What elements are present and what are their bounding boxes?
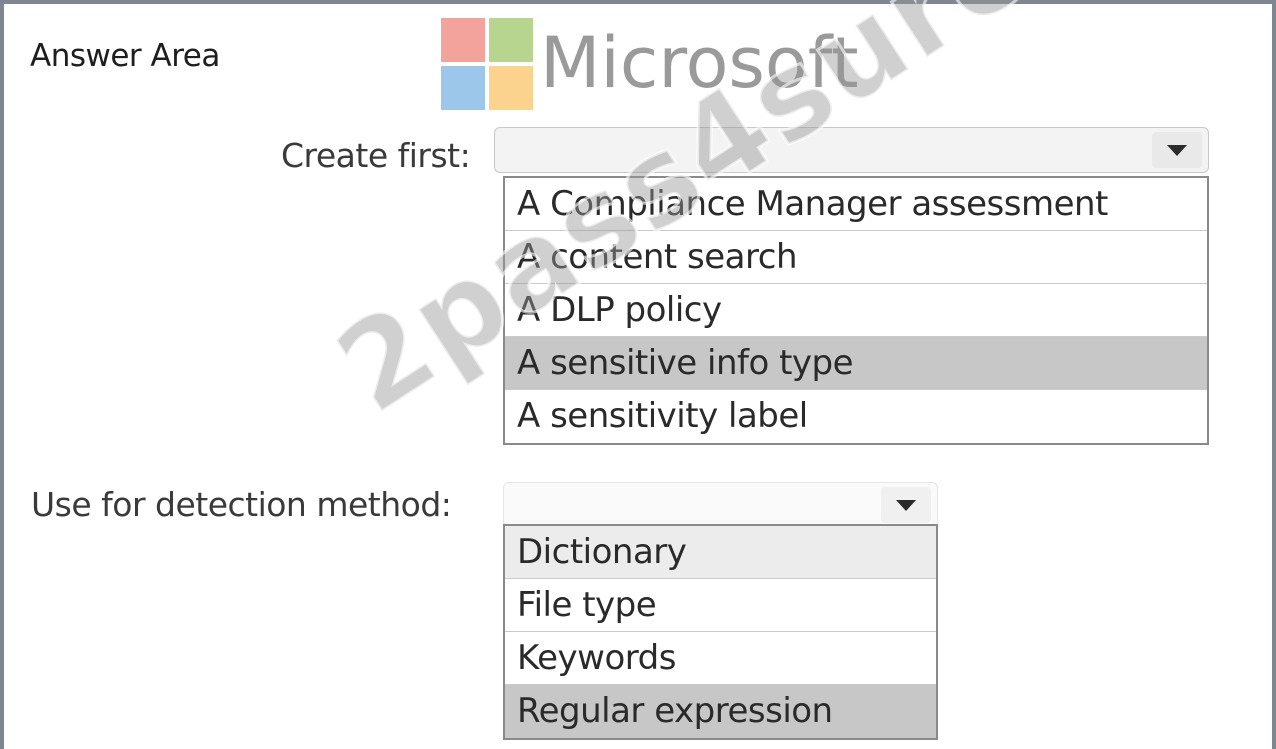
option-keywords[interactable]: Keywords <box>505 632 936 685</box>
create-first-label: Create first: <box>281 136 471 175</box>
chevron-down-icon <box>896 499 916 511</box>
logo-square-green <box>489 18 533 62</box>
logo-square-blue <box>441 66 485 110</box>
detection-method-options: Dictionary File type Keywords Regular ex… <box>503 524 938 740</box>
chevron-down-icon <box>1167 144 1187 156</box>
create-first-dropdown-button[interactable] <box>1152 132 1202 168</box>
detection-method-select[interactable] <box>503 482 938 528</box>
logo-square-yellow <box>489 66 533 110</box>
page-title: Answer Area <box>30 38 220 74</box>
option-sensitive-info-type[interactable]: A sensitive info type <box>505 337 1207 390</box>
detection-method-dropdown-button[interactable] <box>881 487 931 523</box>
logo-square-red <box>441 18 485 62</box>
option-file-type[interactable]: File type <box>505 579 936 632</box>
option-regular-expression[interactable]: Regular expression <box>505 685 936 738</box>
answer-area-frame: Answer Area Microsoft Create first: A Co… <box>0 0 1276 749</box>
microsoft-logo-icon <box>441 18 535 112</box>
option-sensitivity-label[interactable]: A sensitivity label <box>505 390 1207 443</box>
detection-method-label: Use for detection method: <box>31 485 452 524</box>
option-dictionary[interactable]: Dictionary <box>505 526 936 579</box>
